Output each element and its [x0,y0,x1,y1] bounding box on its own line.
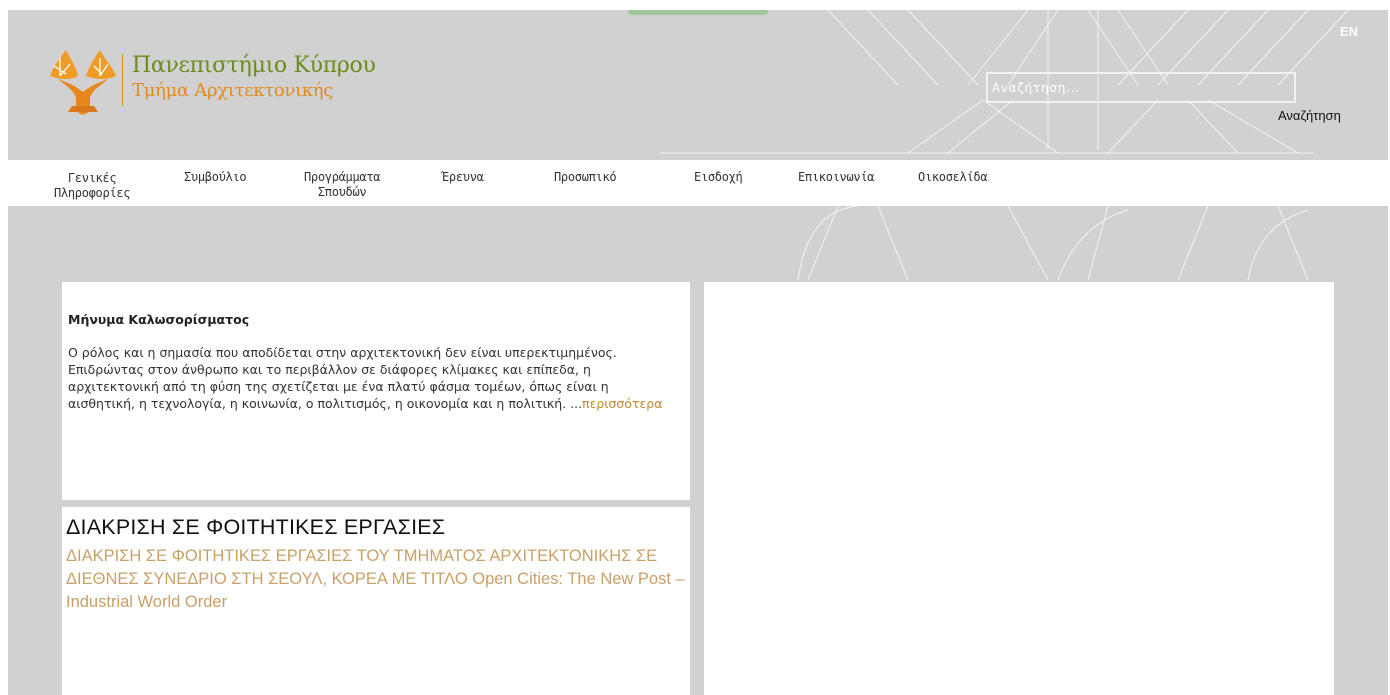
nav-item-contact[interactable]: Επικοινωνία [798,170,874,185]
nav-item-home[interactable]: Οικοσελίδα [918,170,988,185]
news-title: ΔΙΑΚΡΙΣΗ ΣΕ ΦΟΙΤΗΤΙΚΕΣ ΕΡΓΑΣΙΕΣ [66,515,446,539]
search-button[interactable]: Αναζήτηση [1278,108,1341,123]
page: Πανεπιστήμιο Κύπρου Τμήμα Αρχιτεκτονικής… [0,0,1390,695]
nav-item-research[interactable]: Έρευνα [442,170,484,185]
main-navigation: Γενικές Πληροφορίες Συμβούλιο Προγράμματ… [8,160,1388,206]
right-content-panel [704,282,1334,695]
welcome-message: Ο ρόλος και η σημασία που αποδίδεται στη… [68,344,678,412]
site-frame: Πανεπιστήμιο Κύπρου Τμήμα Αρχιτεκτονικής… [8,10,1388,695]
nav-item-admission[interactable]: Εισδοχή [694,170,743,185]
search-input[interactable] [986,72,1296,103]
nav-item-study-programs[interactable]: Προγράμματα Σπουδών [304,170,380,200]
nav-item-council[interactable]: Συμβούλιο [184,170,247,185]
language-switch-en[interactable]: EN [1340,24,1358,39]
top-accent-tab [628,10,768,15]
department-name: Τμήμα Αρχιτεκτονικής [132,80,334,101]
welcome-heading: Μήνυμα Καλωσορίσματος [68,312,250,327]
university-logo[interactable]: Πανεπιστήμιο Κύπρου Τμήμα Αρχιτεκτονικής [46,46,376,118]
welcome-panel: Μήνυμα Καλωσορίσματος Ο ρόλος και η σημα… [62,282,690,500]
nav-item-staff[interactable]: Προσωπικό [554,170,617,185]
welcome-body-text: Ο ρόλος και η σημασία που αποδίδεται στη… [68,345,617,411]
read-more-link[interactable]: περισσότερα [582,396,662,411]
logo-divider [122,54,123,106]
news-article-link[interactable]: ΔΙΑΚΡΙΣΗ ΣΕ ΦΟΙΤΗΤΙΚΕΣ ΕΡΓΑΣΙΕΣ ΤΟΥ ΤΜΗΜ… [66,545,690,614]
university-name: Πανεπιστήμιο Κύπρου [132,53,376,78]
university-trees-logo-icon [50,50,116,115]
news-panel: ΔΙΑΚΡΙΣΗ ΣΕ ΦΟΙΤΗΤΙΚΕΣ ΕΡΓΑΣΙΕΣ ΔΙΑΚΡΙΣΗ… [62,507,690,695]
logo-text: Πανεπιστήμιο Κύπρου Τμήμα Αρχιτεκτονικής [132,52,376,102]
nav-item-general-info[interactable]: Γενικές Πληροφορίες [54,171,130,201]
